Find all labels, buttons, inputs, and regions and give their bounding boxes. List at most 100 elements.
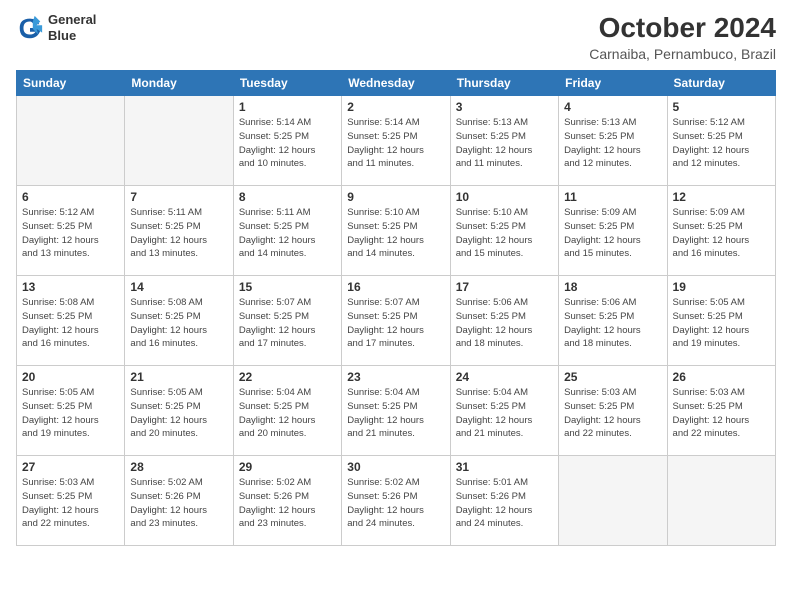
day-number-15: 15	[239, 280, 336, 294]
day-cell-2-3: 16 Sunrise: 5:07 AM Sunset: 5:25 PM Dayli…	[342, 276, 450, 366]
calendar-table: Sunday Monday Tuesday Wednesday Thursday…	[16, 70, 776, 546]
day-info-15: Sunrise: 5:07 AM Sunset: 5:25 PM Dayligh…	[239, 296, 336, 351]
day-number-6: 6	[22, 190, 119, 204]
header-tuesday: Tuesday	[233, 71, 341, 96]
day-info-20: Sunrise: 5:05 AM Sunset: 5:25 PM Dayligh…	[22, 386, 119, 441]
day-number-7: 7	[130, 190, 227, 204]
day-info-6: Sunrise: 5:12 AM Sunset: 5:25 PM Dayligh…	[22, 206, 119, 261]
day-info-9: Sunrise: 5:10 AM Sunset: 5:25 PM Dayligh…	[347, 206, 444, 261]
day-cell-2-0: 13Sunrise: 5:08 AM Sunset: 5:25 PM Dayli…	[17, 276, 125, 366]
header: General Blue October 2024 Carnaiba, Pern…	[16, 12, 776, 62]
day-number-22: 22	[239, 370, 336, 384]
day-cell-3-4: 24 Sunrise: 5:04 AM Sunset: 5:25 PM Dayli…	[450, 366, 558, 456]
day-cell-0-2: 1Sunrise: 5:14 AM Sunset: 5:25 PM Daylig…	[233, 96, 341, 186]
day-info-26: Sunrise: 5:03 AM Sunset: 5:25 PM Dayligh…	[673, 386, 770, 441]
header-thursday: Thursday	[450, 71, 558, 96]
day-number-11: 11	[564, 190, 661, 204]
day-number-19: 19	[673, 280, 770, 294]
day-cell-3-5: 25 Sunrise: 5:03 AM Sunset: 5:25 PM Dayli…	[559, 366, 667, 456]
day-cell-0-1	[125, 96, 233, 186]
day-cell-0-4: 3Sunrise: 5:13 AM Sunset: 5:25 PM Daylig…	[450, 96, 558, 186]
week-row-1: 6 Sunrise: 5:12 AM Sunset: 5:25 PM Daylig…	[17, 186, 776, 276]
day-number-27: 27	[22, 460, 119, 474]
day-cell-1-5: 11 Sunrise: 5:09 AM Sunset: 5:25 PM Dayli…	[559, 186, 667, 276]
day-info-31: Sunrise: 5:01 AM Sunset: 5:26 PM Dayligh…	[456, 476, 553, 531]
day-cell-4-3: 30 Sunrise: 5:02 AM Sunset: 5:26 PM Dayli…	[342, 456, 450, 546]
day-cell-3-0: 20 Sunrise: 5:05 AM Sunset: 5:25 PM Dayli…	[17, 366, 125, 456]
day-info-28: Sunrise: 5:02 AM Sunset: 5:26 PM Dayligh…	[130, 476, 227, 531]
day-cell-4-0: 27 Sunrise: 5:03 AM Sunset: 5:25 PM Dayli…	[17, 456, 125, 546]
day-cell-1-3: 9Sunrise: 5:10 AM Sunset: 5:25 PM Daylig…	[342, 186, 450, 276]
day-cell-4-6	[667, 456, 775, 546]
day-number-5: 5	[673, 100, 770, 114]
day-cell-1-6: 12 Sunrise: 5:09 AM Sunset: 5:25 PM Dayli…	[667, 186, 775, 276]
day-info-19: Sunrise: 5:05 AM Sunset: 5:25 PM Dayligh…	[673, 296, 770, 351]
day-number-18: 18	[564, 280, 661, 294]
day-info-16: Sunrise: 5:07 AM Sunset: 5:25 PM Dayligh…	[347, 296, 444, 351]
day-cell-4-2: 29 Sunrise: 5:02 AM Sunset: 5:26 PM Dayli…	[233, 456, 341, 546]
day-number-20: 20	[22, 370, 119, 384]
day-cell-0-0	[17, 96, 125, 186]
logo-text: General Blue	[48, 12, 96, 43]
day-info-30: Sunrise: 5:02 AM Sunset: 5:26 PM Dayligh…	[347, 476, 444, 531]
day-info-12: Sunrise: 5:09 AM Sunset: 5:25 PM Dayligh…	[673, 206, 770, 261]
day-info-5: Sunrise: 5:12 AM Sunset: 5:25 PM Dayligh…	[673, 116, 770, 171]
day-info-8: Sunrise: 5:11 AM Sunset: 5:25 PM Dayligh…	[239, 206, 336, 261]
day-number-10: 10	[456, 190, 553, 204]
week-row-2: 13 Sunrise: 5:08 AM Sunset: 5:25 PM Dayli…	[17, 276, 776, 366]
day-number-17: 17	[456, 280, 553, 294]
day-cell-2-4: 17Sunrise: 5:06 AM Sunset: 5:25 PM Dayli…	[450, 276, 558, 366]
day-number-23: 23	[347, 370, 444, 384]
day-number-29: 29	[239, 460, 336, 474]
day-cell-4-4: 31 Sunrise: 5:01 AM Sunset: 5:26 PM Dayli…	[450, 456, 558, 546]
day-info-25: Sunrise: 5:03 AM Sunset: 5:25 PM Dayligh…	[564, 386, 661, 441]
day-number-4: 4	[564, 100, 661, 114]
day-number-16: 16	[347, 280, 444, 294]
day-info-22: Sunrise: 5:04 AM Sunset: 5:25 PM Dayligh…	[239, 386, 336, 441]
day-cell-2-6: 19 Sunrise: 5:05 AM Sunset: 5:25 PM Dayli…	[667, 276, 775, 366]
day-info-24: Sunrise: 5:04 AM Sunset: 5:25 PM Dayligh…	[456, 386, 553, 441]
day-cell-4-5	[559, 456, 667, 546]
week-row-3: 20 Sunrise: 5:05 AM Sunset: 5:25 PM Dayli…	[17, 366, 776, 456]
day-cell-4-1: 28Sunrise: 5:02 AM Sunset: 5:26 PM Dayli…	[125, 456, 233, 546]
day-cell-1-4: 10 Sunrise: 5:10 AM Sunset: 5:25 PM Dayli…	[450, 186, 558, 276]
day-info-29: Sunrise: 5:02 AM Sunset: 5:26 PM Dayligh…	[239, 476, 336, 531]
day-cell-3-2: 22 Sunrise: 5:04 AM Sunset: 5:25 PM Dayli…	[233, 366, 341, 456]
day-number-12: 12	[673, 190, 770, 204]
day-number-2: 2	[347, 100, 444, 114]
day-info-14: Sunrise: 5:08 AM Sunset: 5:25 PM Dayligh…	[130, 296, 227, 351]
day-cell-3-1: 21 Sunrise: 5:05 AM Sunset: 5:25 PM Dayli…	[125, 366, 233, 456]
header-sunday: Sunday	[17, 71, 125, 96]
day-cell-0-6: 5 Sunrise: 5:12 AM Sunset: 5:25 PM Daylig…	[667, 96, 775, 186]
day-number-14: 14	[130, 280, 227, 294]
day-info-18: Sunrise: 5:06 AM Sunset: 5:25 PM Dayligh…	[564, 296, 661, 351]
page: General Blue October 2024 Carnaiba, Pern…	[0, 0, 792, 612]
day-cell-2-2: 15 Sunrise: 5:07 AM Sunset: 5:25 PM Dayli…	[233, 276, 341, 366]
logo: General Blue	[16, 12, 96, 43]
day-number-8: 8	[239, 190, 336, 204]
day-info-7: Sunrise: 5:11 AM Sunset: 5:25 PM Dayligh…	[130, 206, 227, 261]
day-info-10: Sunrise: 5:10 AM Sunset: 5:25 PM Dayligh…	[456, 206, 553, 261]
header-wednesday: Wednesday	[342, 71, 450, 96]
day-number-31: 31	[456, 460, 553, 474]
day-info-27: Sunrise: 5:03 AM Sunset: 5:25 PM Dayligh…	[22, 476, 119, 531]
header-friday: Friday	[559, 71, 667, 96]
day-number-30: 30	[347, 460, 444, 474]
day-number-21: 21	[130, 370, 227, 384]
day-number-24: 24	[456, 370, 553, 384]
day-cell-3-6: 26Sunrise: 5:03 AM Sunset: 5:25 PM Dayli…	[667, 366, 775, 456]
day-cell-1-0: 6 Sunrise: 5:12 AM Sunset: 5:25 PM Daylig…	[17, 186, 125, 276]
header-row: Sunday Monday Tuesday Wednesday Thursday…	[17, 71, 776, 96]
header-saturday: Saturday	[667, 71, 775, 96]
day-number-25: 25	[564, 370, 661, 384]
week-row-0: 1Sunrise: 5:14 AM Sunset: 5:25 PM Daylig…	[17, 96, 776, 186]
day-info-11: Sunrise: 5:09 AM Sunset: 5:25 PM Dayligh…	[564, 206, 661, 261]
day-number-13: 13	[22, 280, 119, 294]
day-cell-3-3: 23Sunrise: 5:04 AM Sunset: 5:25 PM Dayli…	[342, 366, 450, 456]
day-number-3: 3	[456, 100, 553, 114]
subtitle: Carnaiba, Pernambuco, Brazil	[589, 46, 776, 62]
day-info-21: Sunrise: 5:05 AM Sunset: 5:25 PM Dayligh…	[130, 386, 227, 441]
day-cell-0-3: 2Sunrise: 5:14 AM Sunset: 5:25 PM Daylig…	[342, 96, 450, 186]
header-monday: Monday	[125, 71, 233, 96]
week-row-4: 27 Sunrise: 5:03 AM Sunset: 5:25 PM Dayli…	[17, 456, 776, 546]
